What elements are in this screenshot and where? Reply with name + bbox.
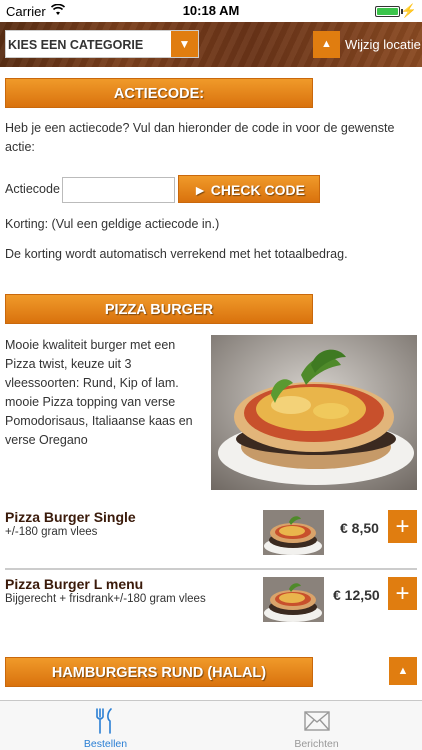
top-header: KIES EEN CATEGORIE ▼ ▲ Wijzig locatie (0, 22, 422, 67)
chevron-down-icon[interactable]: ▼ (171, 31, 198, 57)
item-price: € 8,50 (340, 520, 379, 536)
change-location-link[interactable]: Wijzig locatie (345, 37, 421, 52)
item-price: € 12,50 (333, 587, 380, 603)
status-bar: Carrier 10:18 AM ⚡ (0, 0, 422, 22)
battery-icon (375, 6, 400, 17)
collapse-category-button[interactable]: ▲ (389, 657, 417, 685)
item-divider (5, 568, 417, 570)
tab-bar: Bestellen Berichten (0, 700, 422, 750)
item-thumbnail (263, 577, 324, 622)
tab-label: Bestellen (83, 738, 128, 750)
envelope-icon (304, 711, 330, 731)
pizza-burger-photo (211, 335, 417, 490)
promo-field-label: Actiecode (5, 182, 60, 196)
item-name[interactable]: Pizza Burger Single (5, 509, 136, 525)
item-thumbnail (263, 510, 324, 555)
add-item-button[interactable]: + (388, 577, 417, 610)
check-code-button[interactable]: ► CHECK CODE (178, 175, 320, 203)
promo-intro: Heb je een actiecode? Vul dan hieronder … (5, 121, 395, 154)
menu-content[interactable]: ACTIECODE: Heb je een actiecode? Vul dan… (0, 67, 422, 700)
tab-berichten[interactable]: Berichten (211, 701, 422, 750)
category-heading-hamburgers: HAMBURGERS RUND (HALAL) (5, 657, 313, 687)
promo-code-input[interactable] (62, 177, 175, 203)
discount-status: Korting: (Vul een geldige actiecode in.) (5, 217, 220, 231)
clock: 10:18 AM (182, 3, 240, 18)
location-toggle-button[interactable]: ▲ (313, 31, 340, 58)
tab-bestellen[interactable]: Bestellen (0, 701, 211, 750)
category-select-label: KIES EEN CATEGORIE (8, 38, 144, 52)
cutlery-icon (96, 708, 112, 734)
charging-icon: ⚡ (400, 3, 417, 18)
promo-heading: ACTIECODE: (5, 78, 313, 108)
item-description: Bijgerecht + frisdrank+/-180 gram vlees (5, 593, 206, 605)
category-select[interactable]: KIES EEN CATEGORIE ▼ (5, 30, 199, 58)
tab-label: Berichten (294, 738, 339, 750)
category-description: Mooie kwaliteit burger met een Pizza twi… (5, 338, 193, 447)
add-item-button[interactable]: + (388, 510, 417, 543)
discount-note: De korting wordt automatisch verrekend m… (5, 247, 348, 261)
category-heading-pizza-burger: PIZZA BURGER (5, 294, 313, 324)
item-name[interactable]: Pizza Burger L menu (5, 576, 143, 592)
item-description: +/-180 gram vlees (5, 526, 98, 538)
